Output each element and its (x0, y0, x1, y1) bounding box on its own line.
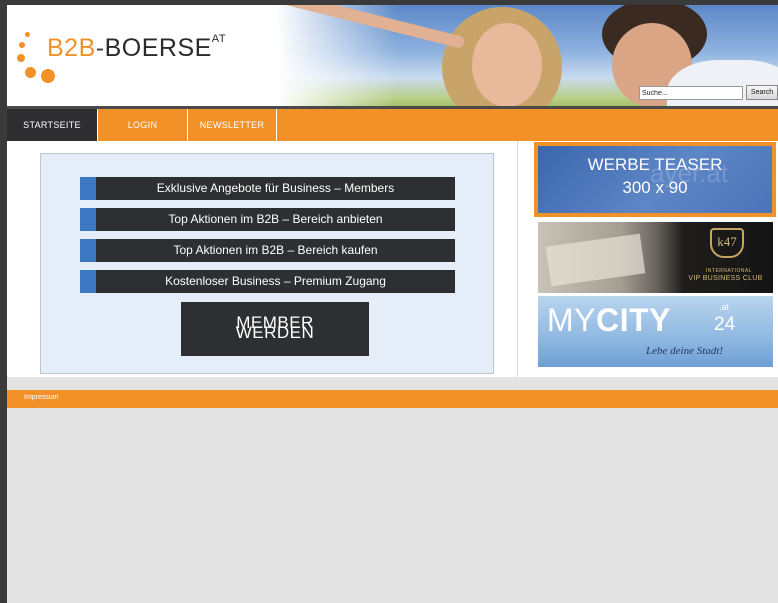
promo-link-exklusive-angebote[interactable]: Exklusive Angebote für Business – Member… (80, 177, 455, 200)
promo-link-premium-zugang[interactable]: Kostenloser Business – Premium Zugang (80, 270, 455, 293)
mycity-slogan: Lebe deine Stadt! (646, 345, 723, 357)
documents-image (545, 233, 646, 287)
nav-item-startseite[interactable]: STARTSEITE (7, 109, 98, 141)
promo-bar-accent (80, 177, 96, 200)
search-input[interactable] (639, 86, 743, 100)
logo-dot (17, 54, 25, 62)
logo-dot (25, 32, 30, 37)
promo-bar-accent (80, 208, 96, 231)
page: B2B-BOERSEAT Search STARTSEITE LOGIN NEW… (7, 5, 778, 603)
footer: Impressum (7, 390, 778, 408)
promo-box: Exklusive Angebote für Business – Member… (40, 153, 494, 374)
promo-bar-accent (80, 239, 96, 262)
member-button-line2: WERDEN (235, 323, 315, 342)
nav-item-login[interactable]: LOGIN (98, 109, 188, 141)
main-content: Exklusive Angebote für Business – Member… (7, 141, 778, 377)
member-werden-button[interactable]: MEMBER WERDEN (181, 302, 369, 356)
werbe-teaser-size: 300 x 90 (622, 178, 688, 197)
search-button[interactable]: Search (746, 85, 778, 100)
logo-wordmark: B2B-BOERSEAT (47, 33, 227, 62)
k47-title: VIP BUSINESS CLUB (688, 275, 763, 282)
k47-subtitle: INTERNATIONAL (705, 268, 753, 274)
nav-item-newsletter[interactable]: NEWSLETTER (188, 109, 277, 141)
logo-dot (25, 67, 36, 78)
werbe-teaser-inner: ayer.at WERBE TEASER 300 x 90 (538, 146, 772, 213)
werbe-teaser-title: WERBE TEASER (587, 155, 723, 174)
header: B2B-BOERSEAT Search (7, 5, 778, 109)
mycity24-ad[interactable]: MYCITY .at 24 Lebe deine Stadt! (538, 296, 773, 367)
site-logo[interactable]: B2B-BOERSEAT (15, 29, 265, 89)
werbe-teaser-ad[interactable]: ayer.at WERBE TEASER 300 x 90 (534, 142, 776, 217)
mycity-logo: MYCITY (547, 302, 671, 338)
mycity-at-suffix: .at (719, 302, 730, 312)
main-nav: STARTSEITE LOGIN NEWSLETTER (7, 109, 778, 141)
woman-face (472, 23, 542, 107)
promo-bar-label: Kostenloser Business – Premium Zugang (165, 274, 386, 288)
logo-dot (19, 42, 25, 48)
promo-bar-label: Exklusive Angebote für Business – Member… (156, 181, 395, 195)
impressum-link[interactable]: Impressum (24, 394, 59, 401)
logo-dot (41, 69, 55, 83)
promo-link-aktionen-anbieten[interactable]: Top Aktionen im B2B – Bereich anbieten (80, 208, 455, 231)
column-divider (517, 141, 518, 377)
k47-vip-business-club-ad[interactable]: k47 INTERNATIONAL VIP BUSINESS CLUB (538, 222, 773, 293)
promo-bar-label: Top Aktionen im B2B – Bereich anbieten (168, 212, 383, 226)
promo-link-aktionen-kaufen[interactable]: Top Aktionen im B2B – Bereich kaufen (80, 239, 455, 262)
mycity-24: 24 (714, 314, 736, 335)
k47-emblem-icon: k47 (710, 228, 744, 258)
promo-bar-label: Top Aktionen im B2B – Bereich kaufen (173, 243, 378, 257)
promo-bar-accent (80, 270, 96, 293)
